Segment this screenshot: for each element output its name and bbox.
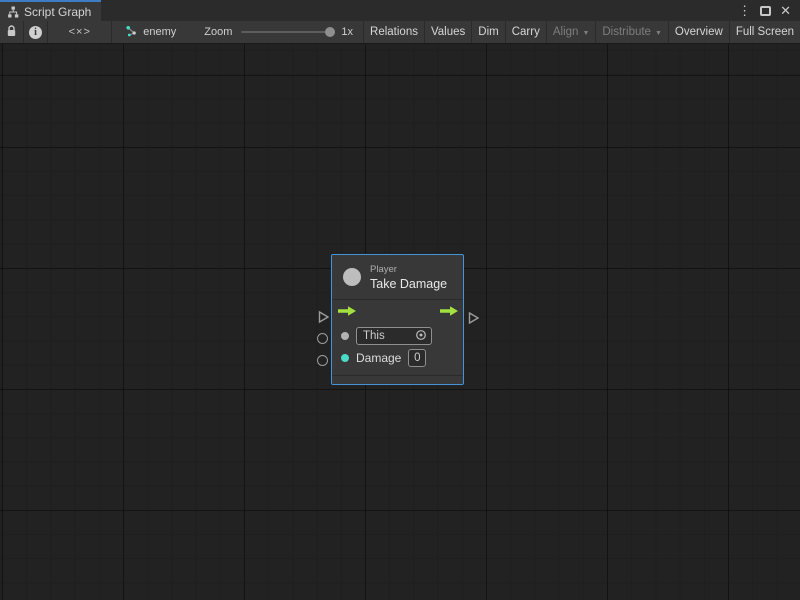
graph-name: enemy	[143, 26, 176, 38]
node-footer	[332, 375, 463, 384]
zoom-slider-handle[interactable]	[325, 27, 335, 37]
node-take-damage[interactable]: Player Take Damage This	[331, 254, 464, 385]
flow-output-arrow-icon[interactable]	[439, 304, 459, 322]
breadcrumb[interactable]: enemy	[125, 21, 176, 43]
tab-title: Script Graph	[24, 5, 91, 19]
lock-icon	[6, 25, 17, 40]
flow-out-connector-icon[interactable]	[467, 311, 479, 330]
target-object-icon	[343, 268, 361, 286]
full-screen-button[interactable]: Full Screen	[730, 21, 800, 43]
zoom-control: Zoom 1x	[204, 21, 353, 43]
variables-toggle-button[interactable]: <×>	[48, 21, 112, 43]
relations-button[interactable]: Relations	[364, 21, 425, 43]
info-icon: i	[29, 26, 42, 39]
damage-connector-icon[interactable]	[317, 355, 328, 366]
maximize-icon[interactable]	[760, 6, 771, 16]
align-button[interactable]: Align ▼	[547, 21, 597, 43]
tab-script-graph[interactable]: Script Graph	[0, 0, 101, 21]
carry-button[interactable]: Carry	[506, 21, 547, 43]
input-row-damage: Damage 0	[332, 347, 463, 369]
dim-button[interactable]: Dim	[472, 21, 505, 43]
object-port-icon[interactable]	[341, 332, 349, 340]
chevron-down-icon: ▼	[655, 30, 662, 37]
script-graph-window: Script Graph ⋮ ✕ i <×>	[0, 0, 800, 600]
node-title: Take Damage	[370, 277, 447, 291]
values-button[interactable]: Values	[425, 21, 472, 43]
input-row-this: This	[332, 325, 463, 347]
inspector-toggle-button[interactable]: i	[24, 21, 49, 43]
code-icon: <×>	[69, 26, 91, 38]
script-graph-asset-icon	[125, 25, 138, 40]
chevron-down-icon: ▼	[582, 30, 589, 37]
node-subtitle: Player	[370, 264, 447, 275]
window-controls: ⋮ ✕	[738, 0, 800, 21]
flow-in-connector-icon[interactable]	[317, 310, 329, 329]
flow-input-arrow-icon[interactable]	[337, 304, 357, 322]
tab-bar: Script Graph ⋮ ✕	[0, 0, 800, 21]
graph-canvas[interactable]: Player Take Damage This	[0, 44, 800, 600]
zoom-value: 1x	[341, 26, 353, 38]
close-icon[interactable]: ✕	[780, 4, 791, 17]
zoom-label: Zoom	[204, 26, 232, 38]
damage-label: Damage	[356, 351, 401, 365]
this-object-field[interactable]: This	[356, 327, 432, 345]
node-header[interactable]: Player Take Damage	[332, 255, 463, 300]
graph-hierarchy-icon	[7, 6, 19, 18]
graph-toolbar: i <×> enemy Zoom 1x Relation	[0, 21, 800, 44]
zoom-slider[interactable]	[241, 31, 333, 33]
flow-ports-row	[332, 300, 463, 325]
menu-icon[interactable]: ⋮	[738, 4, 751, 17]
object-picker-icon[interactable]	[415, 329, 427, 344]
damage-value-field[interactable]: 0	[408, 349, 426, 367]
lock-button[interactable]	[0, 21, 24, 43]
toolbar-buttons: Relations Values Dim Carry Align ▼ Distr…	[363, 21, 800, 43]
number-port-icon[interactable]	[341, 354, 349, 362]
overview-button[interactable]: Overview	[669, 21, 730, 43]
distribute-button[interactable]: Distribute ▼	[596, 21, 669, 43]
this-connector-icon[interactable]	[317, 333, 328, 344]
